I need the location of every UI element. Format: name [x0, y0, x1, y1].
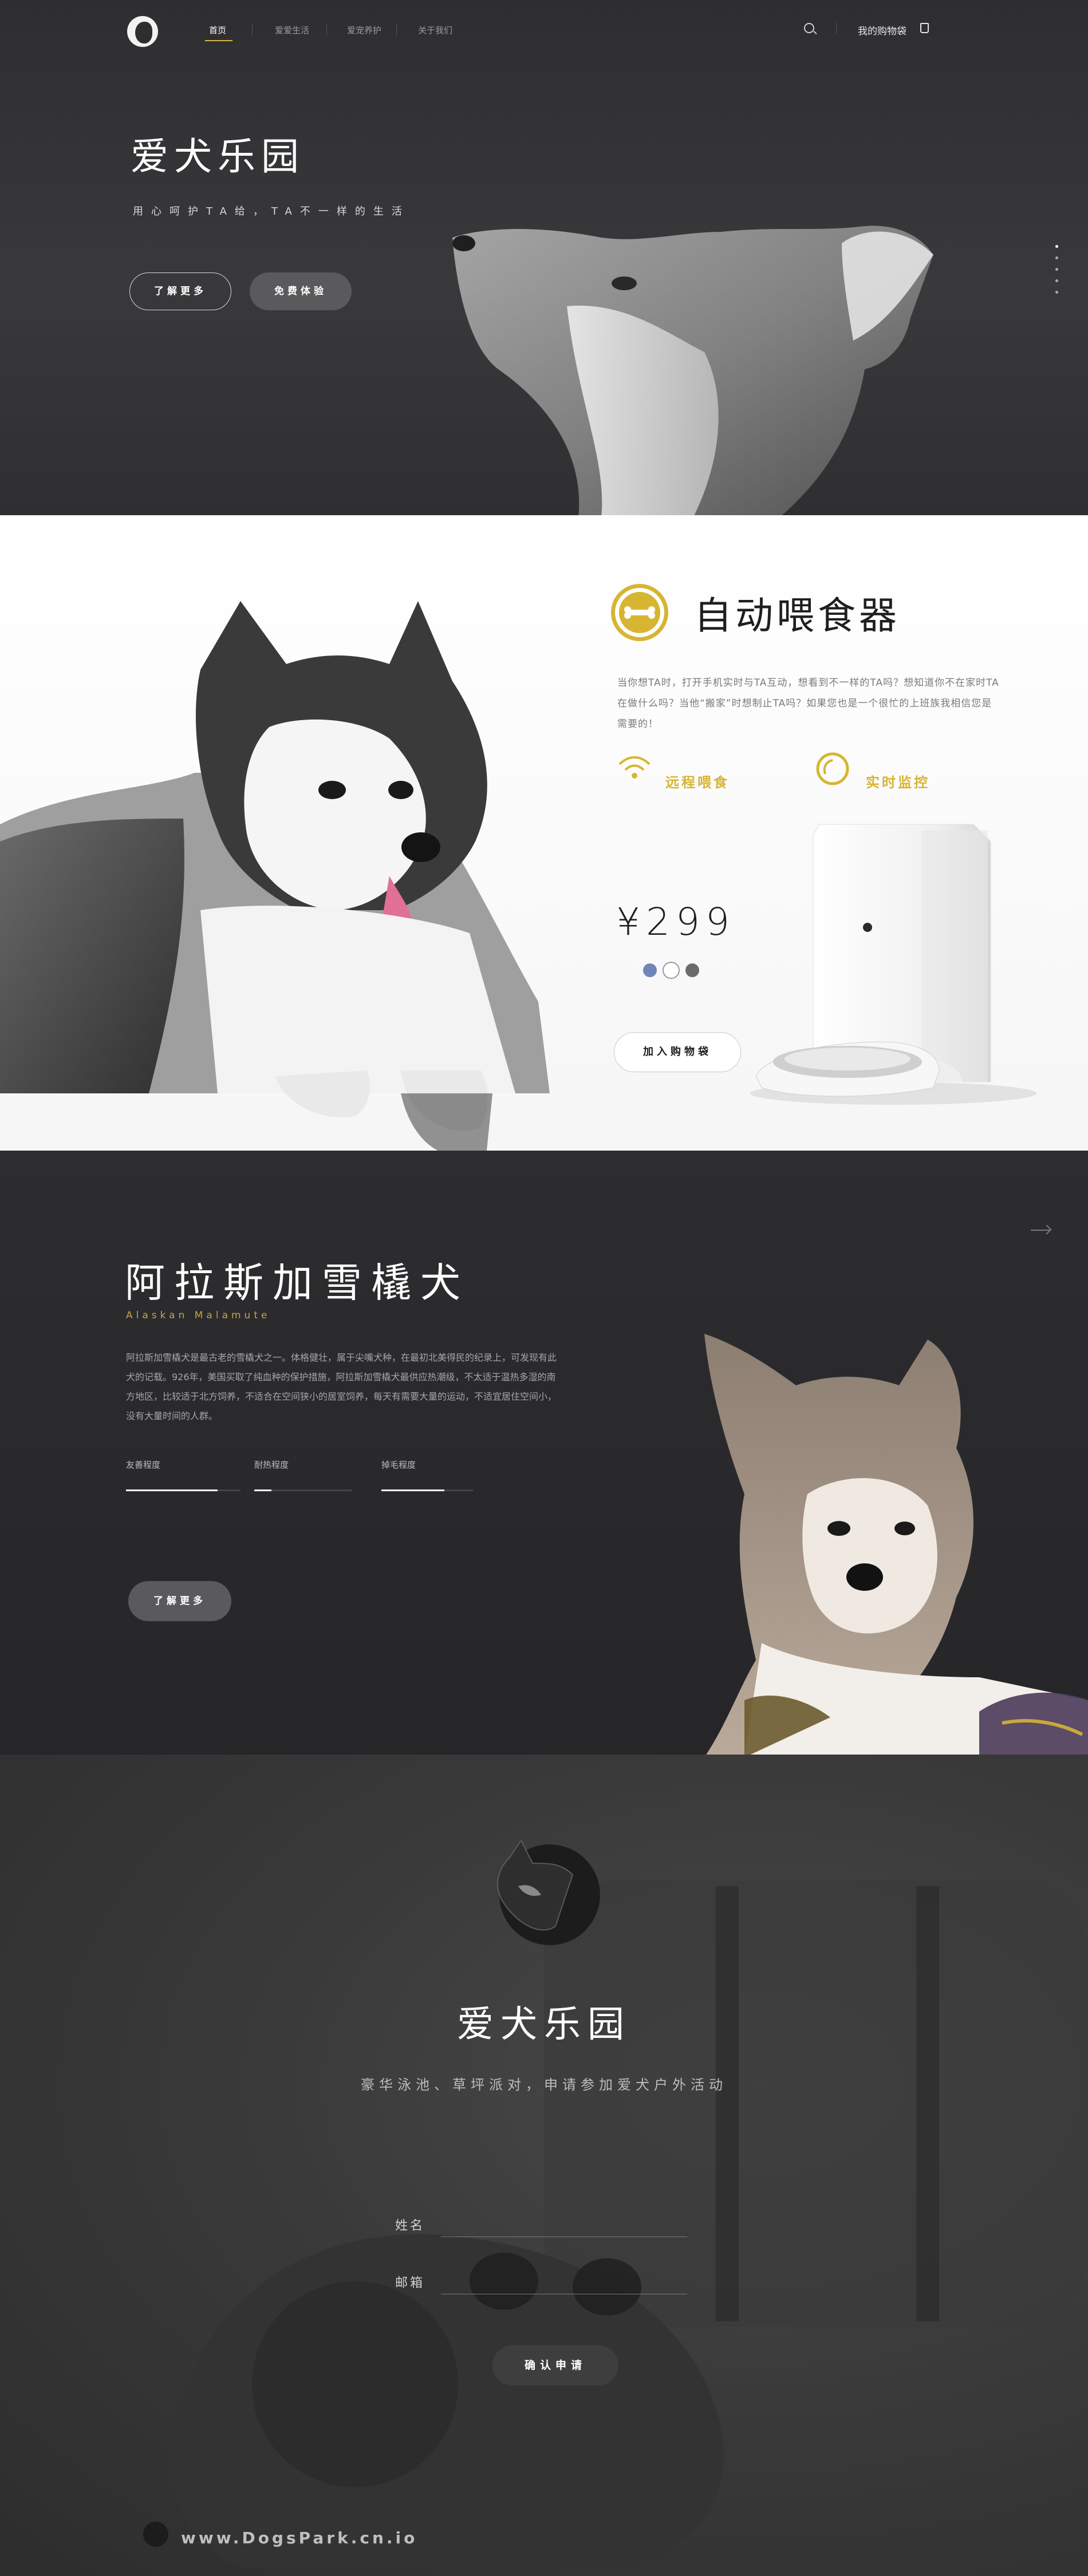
stat-label-heat-tolerance: 耐热程度: [254, 1460, 289, 1470]
color-swatch-gray[interactable]: [685, 963, 699, 977]
slide-dot[interactable]: [1055, 256, 1058, 259]
hero-free-trial-button[interactable]: 免费体验: [250, 272, 352, 310]
slide-pagination: [1055, 245, 1058, 302]
feature-live-monitor: 实时监控: [866, 775, 930, 791]
breed-section: 阿拉斯加雪橇犬 Alaskan Malamute 阿拉斯加雪橇犬是最古老的雪橇犬…: [0, 1151, 1088, 1755]
nav-item-home[interactable]: 首页: [209, 24, 226, 36]
slide-dot[interactable]: [1055, 279, 1058, 282]
hero-subtitle: 用心呵护TA给，TA不一样的生活: [133, 206, 410, 218]
shopping-bag-icon[interactable]: [920, 23, 929, 33]
product-title: 自动喂食器: [694, 594, 900, 638]
color-swatch-blue[interactable]: [643, 963, 657, 977]
nav-divider: [326, 24, 327, 35]
submit-application-button[interactable]: 确认申请: [492, 2345, 618, 2385]
breed-title: 阿拉斯加雪橇犬: [125, 1259, 470, 1306]
color-swatch-white[interactable]: [663, 962, 680, 979]
hero-title: 爱犬乐园: [131, 135, 305, 179]
product-description: 当你想TA时，打开手机实时与TA互动，想看到不一样的TA吗？想知道你不在家时TA…: [617, 677, 999, 730]
nav-active-indicator: [205, 40, 232, 41]
stat-label-shedding: 掉毛程度: [381, 1460, 416, 1470]
breed-description: 阿拉斯加雪橇犬是最古老的雪橇犬之一。体格健壮，属于尖嘴犬种，在最初北美得民的纪录…: [126, 1352, 557, 1421]
auto-feeder-image: [750, 824, 1036, 1105]
name-label: 姓名: [395, 2219, 425, 2233]
nav-item-about[interactable]: 关于我们: [418, 24, 452, 36]
stat-bar-heat-tolerance: [254, 1490, 352, 1491]
hero-section: 首页 爱爱生活 爱宠养护 关于我们 我的购物袋 爱犬乐园 用心呵护TA给，TA不…: [0, 0, 1088, 515]
event-title: 爱犬乐园: [457, 2004, 631, 2046]
event-subtitle: 豪华泳池、草坪派对，申请参加爱犬户外活动: [361, 2077, 727, 2093]
email-label: 邮箱: [395, 2276, 425, 2290]
footer-url[interactable]: www.DogsPark.cn.io: [181, 2528, 417, 2547]
product-price: ¥299: [616, 900, 735, 944]
slide-dot[interactable]: [1055, 291, 1058, 294]
husky-head-image: [452, 226, 933, 515]
nav-item-care[interactable]: 爱宠养护: [347, 24, 381, 36]
slide-dot[interactable]: [1055, 268, 1058, 271]
email-input[interactable]: [447, 2270, 687, 2290]
malamute-puppy-image: [704, 1334, 1088, 1755]
husky-emblem-icon: [497, 1840, 600, 1945]
stat-bar-friendliness: [126, 1490, 241, 1491]
add-to-cart-button[interactable]: 加入购物袋: [614, 1032, 741, 1072]
event-section: 爱犬乐园 豪华泳池、草坪派对，申请参加爱犬户外活动 姓名 邮箱 确认申请 www…: [0, 1755, 1088, 2576]
product-section: 自动喂食器 当你想TA时，打开手机实时与TA互动，想看到不一样的TA吗？想知道你…: [0, 515, 1088, 1151]
wifi-icon: [618, 756, 651, 779]
logo-icon[interactable]: [127, 16, 158, 47]
cart-link[interactable]: 我的购物袋: [858, 23, 906, 37]
husky-dog-image: [0, 601, 550, 1151]
nav-divider: [836, 23, 837, 34]
nav-divider: [396, 24, 397, 35]
nav-item-life[interactable]: 爱爱生活: [275, 24, 309, 36]
monitor-icon: [816, 752, 849, 785]
stat-label-friendliness: 友善程度: [126, 1460, 161, 1470]
bone-badge-icon: [611, 584, 668, 641]
stat-bar-shedding: [381, 1490, 473, 1491]
breed-learn-more-button[interactable]: 了解更多: [128, 1581, 231, 1621]
footer-logo-icon: [143, 2522, 168, 2547]
feature-remote-feeding: 远程喂食: [665, 775, 730, 791]
name-input[interactable]: [447, 2212, 687, 2233]
search-icon[interactable]: [804, 23, 814, 33]
breed-english-name: Alaskan Malamute: [126, 1310, 271, 1321]
hero-learn-more-button[interactable]: 了解更多: [129, 272, 231, 310]
next-arrow-icon[interactable]: [1031, 1224, 1052, 1235]
nav-divider: [252, 24, 253, 35]
slide-dot[interactable]: [1055, 245, 1058, 248]
